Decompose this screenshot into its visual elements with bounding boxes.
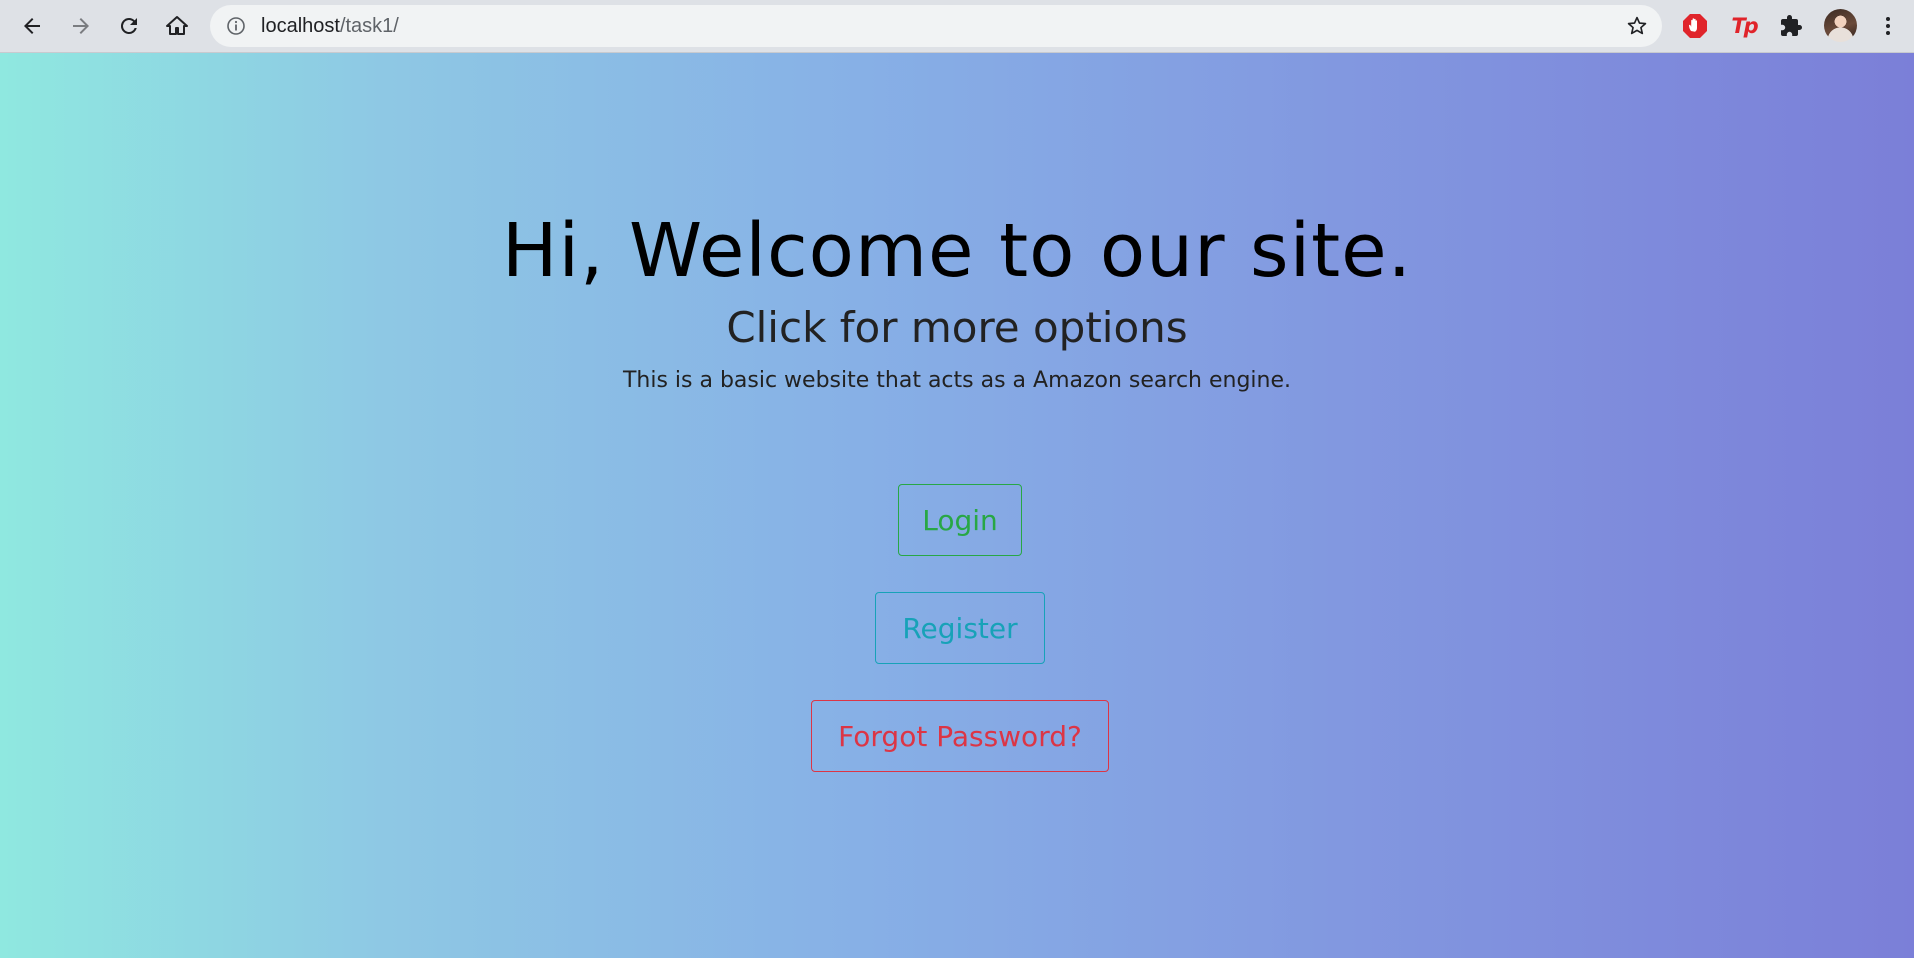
- page-title: Hi, Welcome to our site.: [501, 208, 1413, 294]
- reload-icon: [120, 17, 137, 34]
- url-text: localhost/task1/: [261, 15, 399, 37]
- arrow-right-icon: [73, 18, 89, 34]
- register-button[interactable]: Register: [875, 592, 1045, 664]
- back-button[interactable]: [15, 9, 49, 43]
- forward-button[interactable]: [64, 9, 98, 43]
- menu-button[interactable]: [1873, 11, 1903, 41]
- browser-toolbar: localhost/task1/ Tp: [0, 0, 1914, 53]
- page-subtitle: Click for more options: [726, 303, 1188, 352]
- url-path: /task1/: [339, 15, 399, 37]
- tp-icon: Tp: [1731, 14, 1758, 38]
- url-host: localhost: [261, 15, 340, 37]
- forgot-password-button[interactable]: Forgot Password?: [811, 700, 1109, 772]
- page-viewport: Hi, Welcome to our site. Click for more …: [0, 53, 1914, 958]
- address-bar[interactable]: localhost/task1/: [210, 5, 1662, 47]
- tp-extension-button[interactable]: Tp: [1729, 11, 1759, 41]
- adblock-hand-icon: [1683, 14, 1707, 38]
- info-icon[interactable]: [226, 16, 246, 36]
- login-button[interactable]: Login: [898, 484, 1022, 556]
- adblock-extension-button[interactable]: [1680, 11, 1710, 41]
- page-description: This is a basic website that acts as a A…: [622, 368, 1292, 393]
- home-icon: [166, 16, 188, 35]
- arrow-left-icon: [24, 18, 40, 34]
- star-icon[interactable]: [1626, 15, 1648, 37]
- puzzle-icon: [1781, 15, 1802, 36]
- home-button[interactable]: [160, 9, 194, 43]
- reload-button[interactable]: [112, 9, 146, 43]
- avatar[interactable]: [1824, 9, 1857, 42]
- extensions-button[interactable]: [1776, 11, 1806, 41]
- kebab-menu-icon: [1886, 17, 1890, 35]
